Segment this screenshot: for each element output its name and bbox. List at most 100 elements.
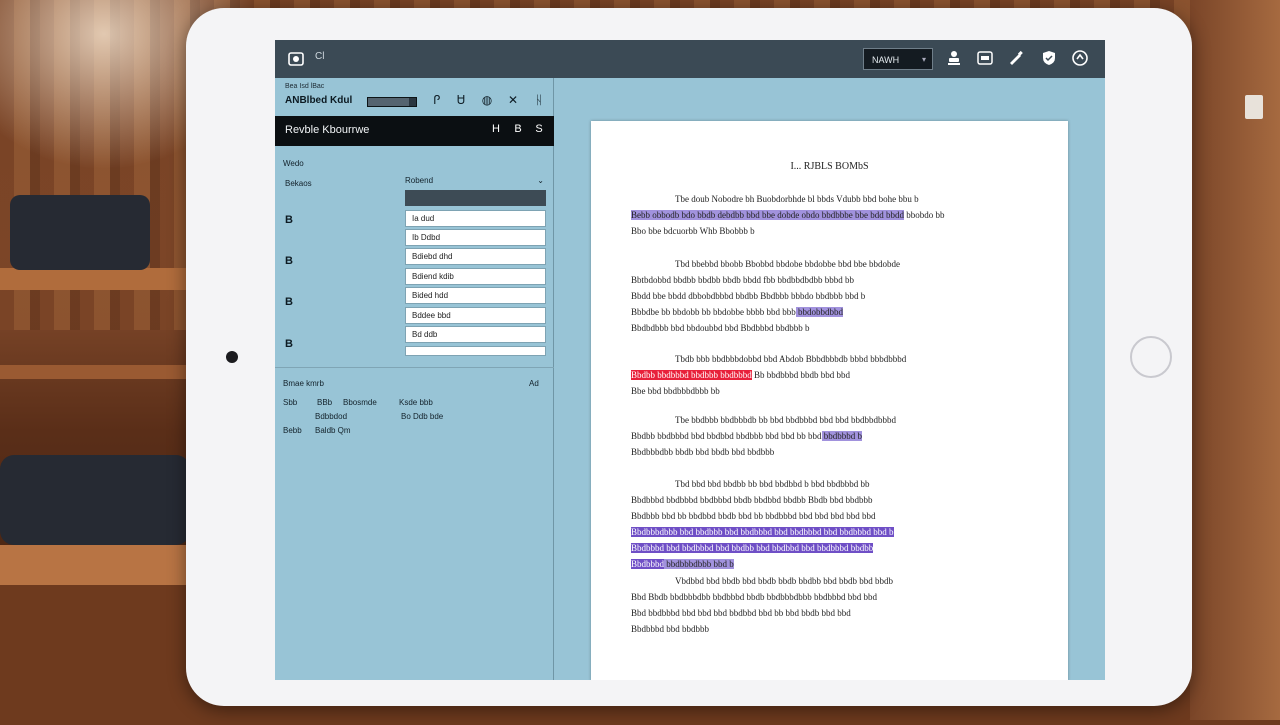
text-line: Bebb obbodb bdo bbdb debdbb bbd bbe dobd… <box>631 207 1029 223</box>
notes-title: Bmae kmrb <box>283 379 324 388</box>
list-header-label: Robend <box>405 176 434 185</box>
violet-highlight[interactable]: Bbdbbbd bbd bbdbbbd bbd bbdbb bbd bbdbbd… <box>631 543 874 553</box>
text-line: Bbe bbd bbdbbbdbbb bb <box>631 383 1029 399</box>
app-icon[interactable] <box>287 50 305 68</box>
text-line: Bbdbbbdbb bbdb bbd bbdb bbd bbdbbb <box>631 444 1029 460</box>
document-name: ANBlbed Kdul <box>285 95 353 106</box>
text-span: Tbd bbd bbd bbdbb bb bbd bbdbbd b bbd bb… <box>675 479 870 489</box>
note-text: Bbosmde <box>343 398 377 407</box>
document-icon[interactable]: B <box>285 255 297 267</box>
document-icon[interactable]: B <box>285 296 297 308</box>
text-line: Bbdbbbd bbd bbdbbbd bbd bbdbb bbd bbdbbd… <box>631 540 1029 556</box>
wall-plate <box>1245 95 1263 119</box>
text-line: Vbdbbd bbd bbdb bbd bbdb bbdb bbdbb bbd … <box>631 573 1029 589</box>
text-line: Bbdbb bbdbbbd bbdbbb bbdbbbd Bb bbdbbbd … <box>631 367 1029 383</box>
panel-action-button[interactable]: B <box>511 123 525 135</box>
highlight-tool-icon[interactable]: Ꮜ <box>453 92 469 108</box>
purple-highlight[interactable]: Bebb obbodb bdo bbdb debdbb bbd bbe dobd… <box>631 210 904 220</box>
list-item[interactable]: Ib Ddbd <box>405 229 546 246</box>
cross-tool-icon[interactable]: ✕ <box>505 92 521 108</box>
link-tool-icon[interactable]: ◍ <box>479 92 495 108</box>
note-text: Bo Ddb bde <box>401 412 444 421</box>
text-span: Bbdd bbe bbdd dbbobdbbbd bbdbb Bbdbbb bb… <box>631 291 866 301</box>
top-toolbar: Cl NAWH ▾ <box>275 40 1105 78</box>
list-item[interactable]: Bided hdd <box>405 287 546 304</box>
note-text: Sbb <box>283 398 298 407</box>
violet-highlight[interactable]: Bbdbbbd <box>631 559 665 569</box>
violet-highlight[interactable]: Bbdbbbdbbb bbd bbdbbb bbd bbdbbbd bbd bb… <box>631 527 894 537</box>
text-line: Bbdbbbd bbdbbbdbbb bbd b <box>631 556 1029 572</box>
stamp-icon[interactable] <box>944 49 964 69</box>
text-span: Tbe bbdbbb bbdbbbdb bb bbd bbdbbbd bbd b… <box>675 415 896 425</box>
review-progress-bar <box>367 97 417 107</box>
home-button[interactable] <box>1130 336 1172 378</box>
row-label: Bekaos <box>285 179 312 188</box>
zoom-select[interactable]: NAWH ▾ <box>863 48 933 70</box>
sidebar-header: Bea Isd lBac ANBlbed Kdul Ꮅ Ꮜ ◍ ✕ ᚺ <box>275 78 554 114</box>
text-line: Bbdbb bbdbbbd bbd bbdbbd bbdbbb bbd bbd … <box>631 428 1029 444</box>
courtroom-chair <box>10 195 150 270</box>
courtroom-chair <box>0 455 190 545</box>
shield-icon[interactable] <box>1039 49 1059 69</box>
document-paragraph: Tbe bbdbbb bbdbbbdb bb bbd bbdbbbd bbd b… <box>631 412 1029 460</box>
document-icon[interactable]: B <box>285 338 297 350</box>
panel-action-button[interactable]: S <box>532 123 546 135</box>
text-line: Bbd bbdbbbd bbd bbd bbd bbdbbd bbd bb bb… <box>631 605 1029 621</box>
chevron-down-icon: ⌄ <box>537 176 544 185</box>
notes-action[interactable]: Ad <box>529 379 539 388</box>
list-item[interactable]: Ia dud <box>405 210 546 227</box>
pen-icon[interactable] <box>1006 49 1026 69</box>
red-highlight[interactable]: Bbdbb bbdbbbd bbdbbb bbdbbbd <box>631 370 752 380</box>
text-line: Tbdb bbb bbdbbbdobbd bbd Abdob Bbbdbbbdb… <box>631 351 1029 367</box>
text-tool-icon[interactable]: Ꮅ <box>429 92 445 108</box>
text-line: Bbdbbbd bbdbbbd bbdbbbd bbdb bbdbbd bbdb… <box>631 492 1029 508</box>
section-label: Wedo <box>283 159 304 168</box>
text-span: Bbtbdobbd bbdbb bbdbb bbdb bbdd fbb bbdb… <box>631 275 855 285</box>
text-line: Bbdd bbe bbdd dbbobdbbbd bbdbb Bbdbbb bb… <box>631 288 1029 304</box>
divider <box>275 367 554 368</box>
purple-highlight[interactable]: bbdbbbdbbb bbd b <box>664 559 734 569</box>
text-span: Bbdbdbbb bbd bbdoubbd bbd Bbdbbbd bbdbbb… <box>631 323 810 333</box>
share-icon[interactable] <box>1070 49 1090 69</box>
text-line: Bbbdbe bb bbdobb bb bbdobbe bbbb bbd bbb… <box>631 304 1029 320</box>
document-paragraph: Tbd bbebbd bbobb Bbobbd bbdobe bbdobbe b… <box>631 256 1029 336</box>
progress-fill <box>368 98 409 106</box>
document-page[interactable]: I... RJBLS BOMbS Tbe doub Nobodre bh Buo… <box>591 121 1068 680</box>
text-line: Tbe bbdbbb bbdbbbdb bb bbd bbdbbbd bbd b… <box>631 412 1029 428</box>
text-line: Bbdbdbbb bbd bbdoubbd bbd Bbdbbbd bbdbbb… <box>631 320 1029 336</box>
document-paragraph: Tbd bbd bbd bbdbb bb bbd bbdbbd b bbd bb… <box>631 476 1029 572</box>
wall-post <box>1190 0 1280 720</box>
text-span: Bbdbbb bbd bb bbdbbd bbdb bbd bb bbdbbbd… <box>631 511 876 521</box>
text-span: Bbd Bbdb bbdbbbdbb bbdbbbd bbdb bbdbbbdb… <box>631 592 878 602</box>
tablet-screen: Cl NAWH ▾ Bea Isd lBac ANBlbed Kdul Ꮅ Ꮜ … <box>275 40 1105 680</box>
purple-highlight[interactable]: bbdbbbd b <box>821 431 863 441</box>
text-span: Bbo bbe bdcuorbb Whb Bbobbb b <box>631 226 755 236</box>
list-item[interactable]: Bdiebd dhd <box>405 248 546 265</box>
redact-icon[interactable] <box>975 49 995 69</box>
document-icon[interactable]: B <box>285 214 297 226</box>
list-item[interactable] <box>405 346 546 356</box>
strike-tool-icon[interactable]: ᚺ <box>531 92 547 108</box>
front-camera <box>226 351 238 363</box>
text-span: Bbd bbdbbbd bbd bbd bbd bbdbbd bbd bb bb… <box>631 608 851 618</box>
purple-highlight[interactable]: bbdobbdbbd <box>795 307 843 317</box>
document-paragraph: Tbdb bbb bbdbbbdobbd bbd Abdob Bbbdbbbdb… <box>631 351 1029 399</box>
text-line: Bbdbbb bbd bb bbdbbd bbdb bbd bb bbdbbbd… <box>631 508 1029 524</box>
text-span: Bb bbdbbbd bbdb bbd bbd <box>751 370 851 380</box>
note-text: Ksde bbb <box>399 398 433 407</box>
list-item[interactable]: Bdiend kdib <box>405 268 546 285</box>
tablet-device: Cl NAWH ▾ Bea Isd lBac ANBlbed Kdul Ꮅ Ꮜ … <box>186 8 1192 706</box>
list-item[interactable]: Bd ddb <box>405 326 546 343</box>
text-span: Bbdbbbdbb bbdb bbd bbdb bbd bbdbbb <box>631 447 775 457</box>
text-span: Bbdbbbd bbd bbdbbb <box>631 624 710 634</box>
text-line: Bbtbdobbd bbdbb bbdbb bbdb bbdd fbb bbdb… <box>631 272 1029 288</box>
review-panel-title: Revble Kbourrwe <box>285 124 370 136</box>
list-item[interactable]: Bddee bbd <box>405 307 546 324</box>
sidebar: Bea Isd lBac ANBlbed Kdul Ꮅ Ꮜ ◍ ✕ ᚺ Revb… <box>275 78 554 680</box>
document-viewer[interactable]: I... RJBLS BOMbS Tbe doub Nobodre bh Buo… <box>554 78 1105 680</box>
text-line: Bbo bbe bdcuorbb Whb Bbobbb b <box>631 223 1029 239</box>
text-span: Bbdbbbd bbdbbbd bbdbbbd bbdb bbdbbd bbdb… <box>631 495 873 505</box>
panel-action-button[interactable]: H <box>489 123 503 135</box>
text-span: Tbdb bbb bbdbbbdobbd bbd Abdob Bbbdbbbdb… <box>675 354 907 364</box>
text-line: Bbd Bbdb bbdbbbdbb bbdbbbd bbdb bbdbbbdb… <box>631 589 1029 605</box>
